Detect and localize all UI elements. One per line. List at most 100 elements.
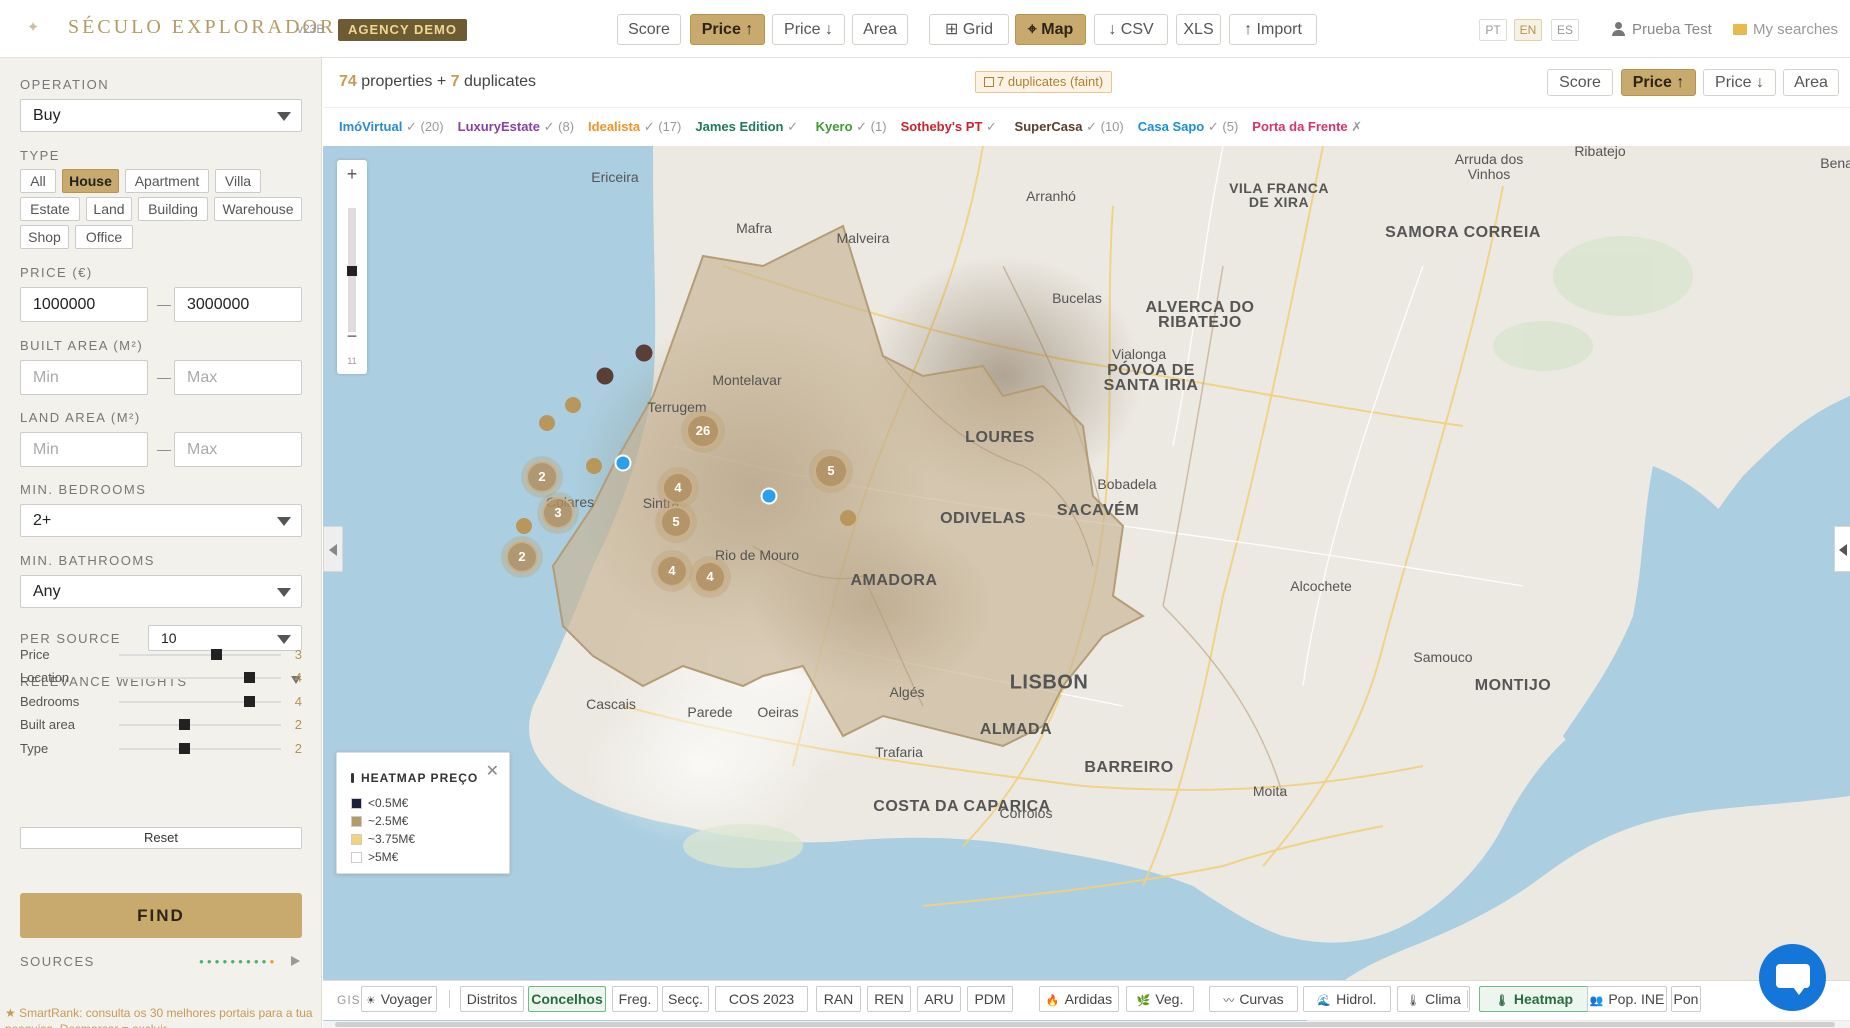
weight-slider-track[interactable] xyxy=(119,748,281,750)
gis-layer-pon[interactable]: Pon xyxy=(1671,986,1701,1012)
sort-score-button[interactable]: Score xyxy=(617,14,681,45)
lang-en-button[interactable]: EN xyxy=(1514,19,1542,41)
gis-layer-heatmap[interactable]: 🌡 Heatmap xyxy=(1479,986,1589,1012)
map-cluster[interactable]: 26 xyxy=(686,414,720,448)
zoom-in-button[interactable]: + xyxy=(337,164,367,185)
land-area-min-input[interactable] xyxy=(20,432,148,467)
map-marker[interactable] xyxy=(565,397,581,413)
play-icon[interactable] xyxy=(291,956,300,966)
sort-price-asc-button[interactable]: Price ↑ xyxy=(690,14,765,45)
expand-panel-button[interactable] xyxy=(1834,526,1850,572)
weight-slider-track[interactable] xyxy=(119,701,281,703)
source-toggle[interactable]: Casa Sapo ✓ (5) xyxy=(1138,119,1239,134)
duplicates-toggle[interactable]: 7 duplicates (faint) xyxy=(975,71,1113,93)
source-toggle[interactable]: LuxuryEstate ✓ (8) xyxy=(458,119,574,134)
map-cluster[interactable]: 2 xyxy=(526,461,558,493)
map-marker[interactable] xyxy=(635,344,653,362)
map-cluster[interactable]: 2 xyxy=(506,541,538,573)
source-toggle[interactable]: Idealista ✓ (17) xyxy=(588,119,681,134)
type-chip-shop[interactable]: Shop xyxy=(20,225,69,249)
gis-layer-sec[interactable]: Secç. xyxy=(662,986,709,1012)
zoom-out-button[interactable]: − xyxy=(337,326,367,347)
gis-layer-curvas[interactable]: 〰 Curvas xyxy=(1209,986,1298,1012)
gis-layer-aru[interactable]: ARU xyxy=(917,986,961,1012)
import-button[interactable]: ↑ Import xyxy=(1229,14,1317,45)
gis-layer-clima[interactable]: 🌡 Clima xyxy=(1397,986,1470,1012)
scrollbar-thumb[interactable] xyxy=(335,1022,1835,1027)
weight-slider-thumb[interactable] xyxy=(244,696,255,707)
type-chip-land[interactable]: Land xyxy=(86,197,132,221)
results-sort-area-button[interactable]: Area xyxy=(1783,69,1839,96)
weight-slider-thumb[interactable] xyxy=(179,743,190,754)
min-bedrooms-select[interactable]: 2+ xyxy=(20,504,302,537)
horizontal-scrollbar[interactable] xyxy=(323,1021,1850,1028)
gis-layer-hidrol[interactable]: 🌊 Hidrol. xyxy=(1303,986,1391,1012)
gis-layer-ran[interactable]: RAN xyxy=(816,986,861,1012)
source-toggle[interactable]: Kyero ✓ (1) xyxy=(816,119,887,134)
results-sort-price-asc-button[interactable]: Price ↑ xyxy=(1621,69,1696,96)
sort-area-button[interactable]: Area xyxy=(852,14,908,45)
collapse-sidebar-button[interactable] xyxy=(323,526,343,572)
my-searches-link[interactable]: My searches xyxy=(1733,21,1838,38)
map-cluster[interactable]: 4 xyxy=(656,555,688,587)
type-chip-house[interactable]: House xyxy=(62,169,119,193)
map-marker[interactable] xyxy=(614,454,632,472)
map-cluster[interactable]: 4 xyxy=(662,472,694,504)
grid-view-button[interactable]: ⊞ Grid xyxy=(929,14,1009,45)
map-marker[interactable] xyxy=(840,510,856,526)
user-menu[interactable]: Prueba Test xyxy=(1612,21,1712,38)
map-view-button[interactable]: ⌖ Map xyxy=(1015,14,1086,45)
map-cluster[interactable]: 4 xyxy=(694,561,726,593)
map-marker[interactable] xyxy=(760,487,778,505)
built-area-max-input[interactable] xyxy=(174,360,302,395)
land-area-max-input[interactable] xyxy=(174,432,302,467)
export-xls-button[interactable]: XLS xyxy=(1176,14,1221,45)
built-area-min-input[interactable] xyxy=(20,360,148,395)
gis-layer-pdm[interactable]: PDM xyxy=(967,986,1013,1012)
gis-layer-ardidas[interactable]: 🔥 Ardidas xyxy=(1039,986,1119,1012)
source-toggle[interactable]: James Edition ✓ xyxy=(695,119,801,134)
type-chip-building[interactable]: Building xyxy=(138,197,208,221)
type-chip-apartment[interactable]: Apartment xyxy=(125,169,209,193)
map-cluster[interactable]: 5 xyxy=(660,506,692,538)
map-view[interactable]: Ribatejo Arruda dosVinhos Benave Ericeira Ar… xyxy=(323,146,1850,1028)
export-csv-button[interactable]: ↓ CSV xyxy=(1094,14,1168,45)
gis-layer-ren[interactable]: REN xyxy=(867,986,911,1012)
results-sort-price-desc-button[interactable]: Price ↓ xyxy=(1703,69,1776,96)
type-chip-office[interactable]: Office xyxy=(75,225,133,249)
source-toggle[interactable]: ImóVirtual ✓ (20) xyxy=(339,119,444,134)
map-marker[interactable] xyxy=(596,367,614,385)
gis-layer-concelhos[interactable]: Concelhos xyxy=(528,986,606,1012)
reset-weights-button[interactable]: Reset xyxy=(20,827,302,849)
close-icon[interactable]: ✕ xyxy=(486,761,499,781)
gis-layer-cos-2023[interactable]: COS 2023 xyxy=(715,986,808,1012)
sort-price-desc-button[interactable]: Price ↓ xyxy=(772,14,845,45)
type-chip-villa[interactable]: Villa xyxy=(215,169,261,193)
gis-layer-veg[interactable]: 🌿 Veg. xyxy=(1126,986,1194,1012)
find-button[interactable]: FIND xyxy=(20,893,302,938)
type-chip-estate[interactable]: Estate xyxy=(20,197,80,221)
lang-pt-button[interactable]: PT xyxy=(1479,19,1507,41)
weight-slider-track[interactable] xyxy=(119,654,281,656)
type-chip-warehouse[interactable]: Warehouse xyxy=(214,197,302,221)
gis-layer-freg[interactable]: Freg. xyxy=(612,986,658,1012)
gis-layer-distritos[interactable]: Distritos xyxy=(460,986,524,1012)
source-toggle[interactable]: SuperCasa ✓ (10) xyxy=(1015,119,1124,134)
gis-layer-pop-ine[interactable]: 👥 Pop. INE xyxy=(1587,986,1667,1012)
source-toggle[interactable]: Sotheby's PT ✓ xyxy=(901,119,1001,134)
weight-slider-track[interactable] xyxy=(119,677,281,679)
weight-slider-thumb[interactable] xyxy=(211,649,222,660)
min-bathrooms-select[interactable]: Any xyxy=(20,575,302,608)
map-cluster[interactable]: 3 xyxy=(542,497,574,529)
source-toggle[interactable]: Porta da Frente ✗ xyxy=(1252,119,1362,134)
lang-es-button[interactable]: ES xyxy=(1551,19,1579,41)
results-sort-score-button[interactable]: Score xyxy=(1547,69,1613,96)
price-max-input[interactable] xyxy=(174,287,302,322)
map-marker[interactable] xyxy=(516,518,532,534)
gis-layer-voyager[interactable]: ☀ Voyager xyxy=(361,986,437,1012)
operation-select[interactable]: Buy xyxy=(20,99,302,132)
map-marker[interactable] xyxy=(586,458,602,474)
map-marker[interactable] xyxy=(539,415,555,431)
chat-button[interactable] xyxy=(1759,944,1826,1011)
type-chip-all[interactable]: All xyxy=(20,169,56,193)
